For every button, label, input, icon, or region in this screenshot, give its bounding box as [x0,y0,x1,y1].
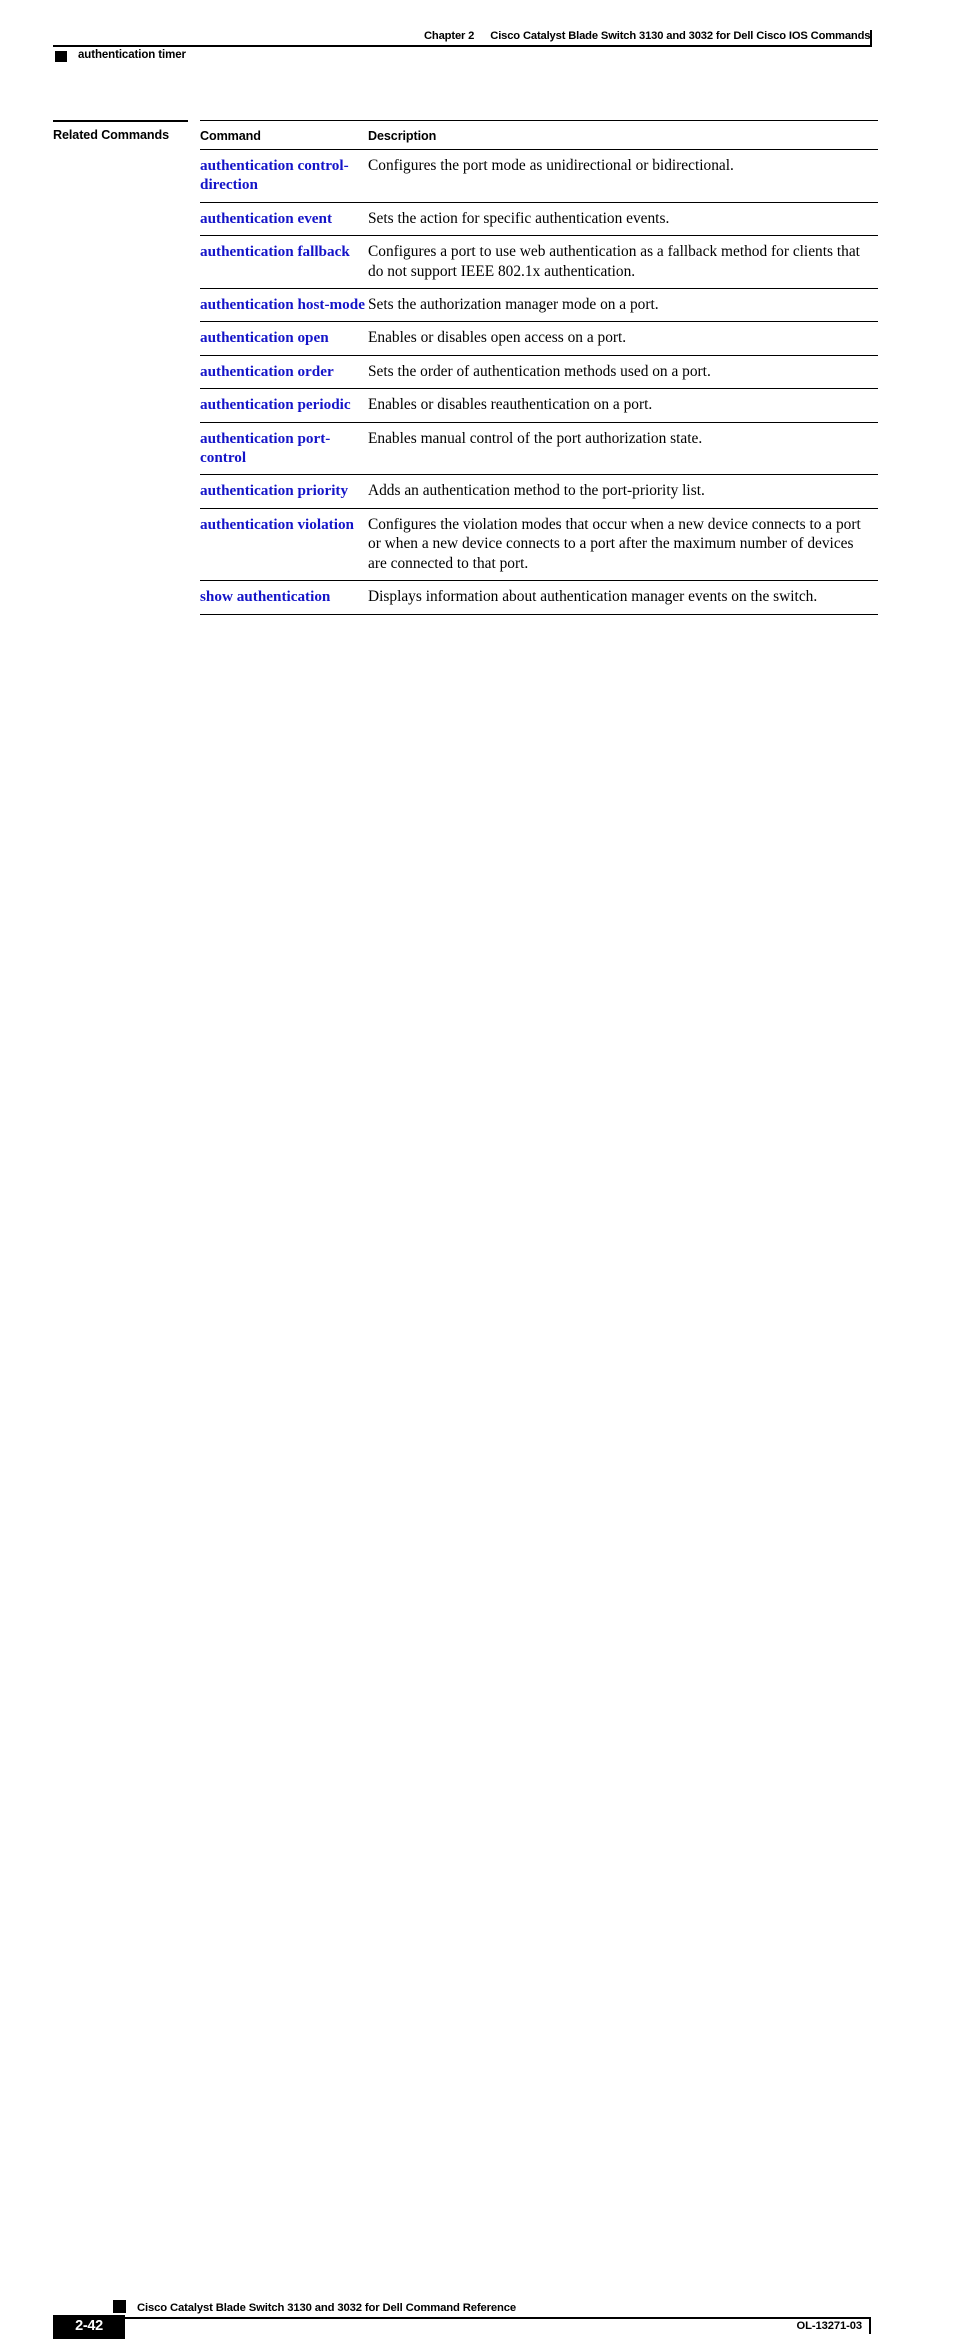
command-link[interactable]: authentication port-control [200,429,368,468]
header-rule [53,45,871,47]
table-row: authentication open Enables or disables … [200,321,878,356]
description-text: Enables or disables open access on a por… [368,329,627,347]
table-cell-description: Displays information about authenticatio… [368,580,878,615]
page-number: 2-42 [75,2318,103,2334]
table-cell-command: authentication violation [200,508,368,582]
table-row: authentication host-mode Sets the author… [200,288,878,323]
description-text: Sets the authorization manager mode on a… [368,296,659,314]
table-cell-command: authentication event [200,202,368,237]
footer-rule [113,2317,871,2319]
table-row: show authentication Displays information… [200,580,878,615]
description-text: Sets the action for specific authenticat… [368,209,670,227]
table-cell-description: Enables or disables open access on a por… [368,321,878,356]
table-cell-description: Configures a port to use web authenticat… [368,235,878,290]
description-text: Configures a port to use web authenticat… [368,243,860,280]
related-commands-table: Command Description authentication contr… [200,120,878,615]
table-cell-description: Sets the authorization manager mode on a… [368,288,878,323]
table-row: authentication order Sets the order of a… [200,355,878,390]
table-cell-description: Sets the action for specific authenticat… [368,202,878,237]
command-link[interactable]: authentication periodic [200,395,368,414]
footer-document-title: Cisco Catalyst Blade Switch 3130 and 303… [137,2302,517,2314]
table-row: authentication periodic Enables or disab… [200,388,878,423]
document-id: OL-13271-03 [796,2320,863,2332]
table-cell-command: show authentication [200,580,368,615]
description-text: Sets the order of authentication methods… [368,362,711,380]
command-link[interactable]: authentication fallback [200,242,368,261]
table-cell-command: authentication host-mode [200,288,368,323]
table-row: authentication control-direction Configu… [200,149,878,203]
header-chapter-line: Chapter 2 Cisco Catalyst Blade Switch 31… [424,30,879,42]
table-header-row: Command Description [200,120,878,150]
header-chapter-label: Chapter 2 [424,30,475,42]
description-text: Displays information about authenticatio… [368,588,818,606]
header-chapter-title: Cisco Catalyst Blade Switch 3130 and 303… [490,30,871,42]
command-link[interactable]: authentication priority [200,481,368,500]
section-label-rule [53,120,188,122]
description-text: Configures the port mode as unidirection… [368,157,734,174]
page-footer: Cisco Catalyst Blade Switch 3130 and 303… [0,1145,954,2339]
section-label: Related Commands [53,128,169,142]
footer-rule-end-tick [869,2317,871,2334]
page-header: Chapter 2 Cisco Catalyst Blade Switch 31… [0,0,954,80]
header-rule-end-tick [870,30,872,47]
command-link[interactable]: authentication order [200,362,368,381]
table-cell-description: Sets the order of authentication methods… [368,355,878,390]
table-cell-description: Enables or disables reauthentication on … [368,388,878,423]
column-header-command: Command [200,120,368,150]
description-text: Enables manual control of the port autho… [368,429,703,447]
header-square-marker-icon [55,51,67,62]
table-cell-description: Configures the violation modes that occu… [368,508,878,582]
footer-square-marker-icon [113,2300,126,2313]
description-text: Configures the violation modes that occu… [368,515,861,572]
table-row: authentication violation Configures the … [200,508,878,582]
column-header-description: Description [368,120,878,150]
table-cell-command: authentication control-direction [200,149,368,203]
table-row: authentication port-control Enables manu… [200,422,878,476]
description-text: Adds an authentication method to the por… [368,482,705,500]
command-link[interactable]: authentication violation [200,515,368,534]
command-link[interactable]: show authentication [200,587,368,606]
table-cell-command: authentication priority [200,474,368,509]
table-row: authentication fallback Configures a por… [200,235,878,290]
command-link[interactable]: authentication control-direction [200,156,368,195]
command-link[interactable]: authentication open [200,328,368,347]
table-body: authentication control-direction Configu… [200,149,878,615]
table-row: authentication priority Adds an authenti… [200,474,878,509]
command-link[interactable]: authentication event [200,209,368,228]
table-cell-command: authentication periodic [200,388,368,423]
table-head: Command Description [200,120,878,150]
table-cell-description: Enables manual control of the port autho… [368,422,878,476]
header-running-title: authentication timer [78,49,186,61]
table-cell-command: authentication port-control [200,422,368,476]
table-cell-command: authentication open [200,321,368,356]
command-link[interactable]: authentication host-mode [200,295,368,314]
description-text: Enables or disables reauthentication on … [368,396,653,414]
table-cell-description: Configures the port mode as unidirection… [368,149,878,203]
table-cell-description: Adds an authentication method to the por… [368,474,878,509]
table-cell-command: authentication order [200,355,368,390]
table-row: authentication event Sets the action for… [200,202,878,237]
table-cell-command: authentication fallback [200,235,368,290]
